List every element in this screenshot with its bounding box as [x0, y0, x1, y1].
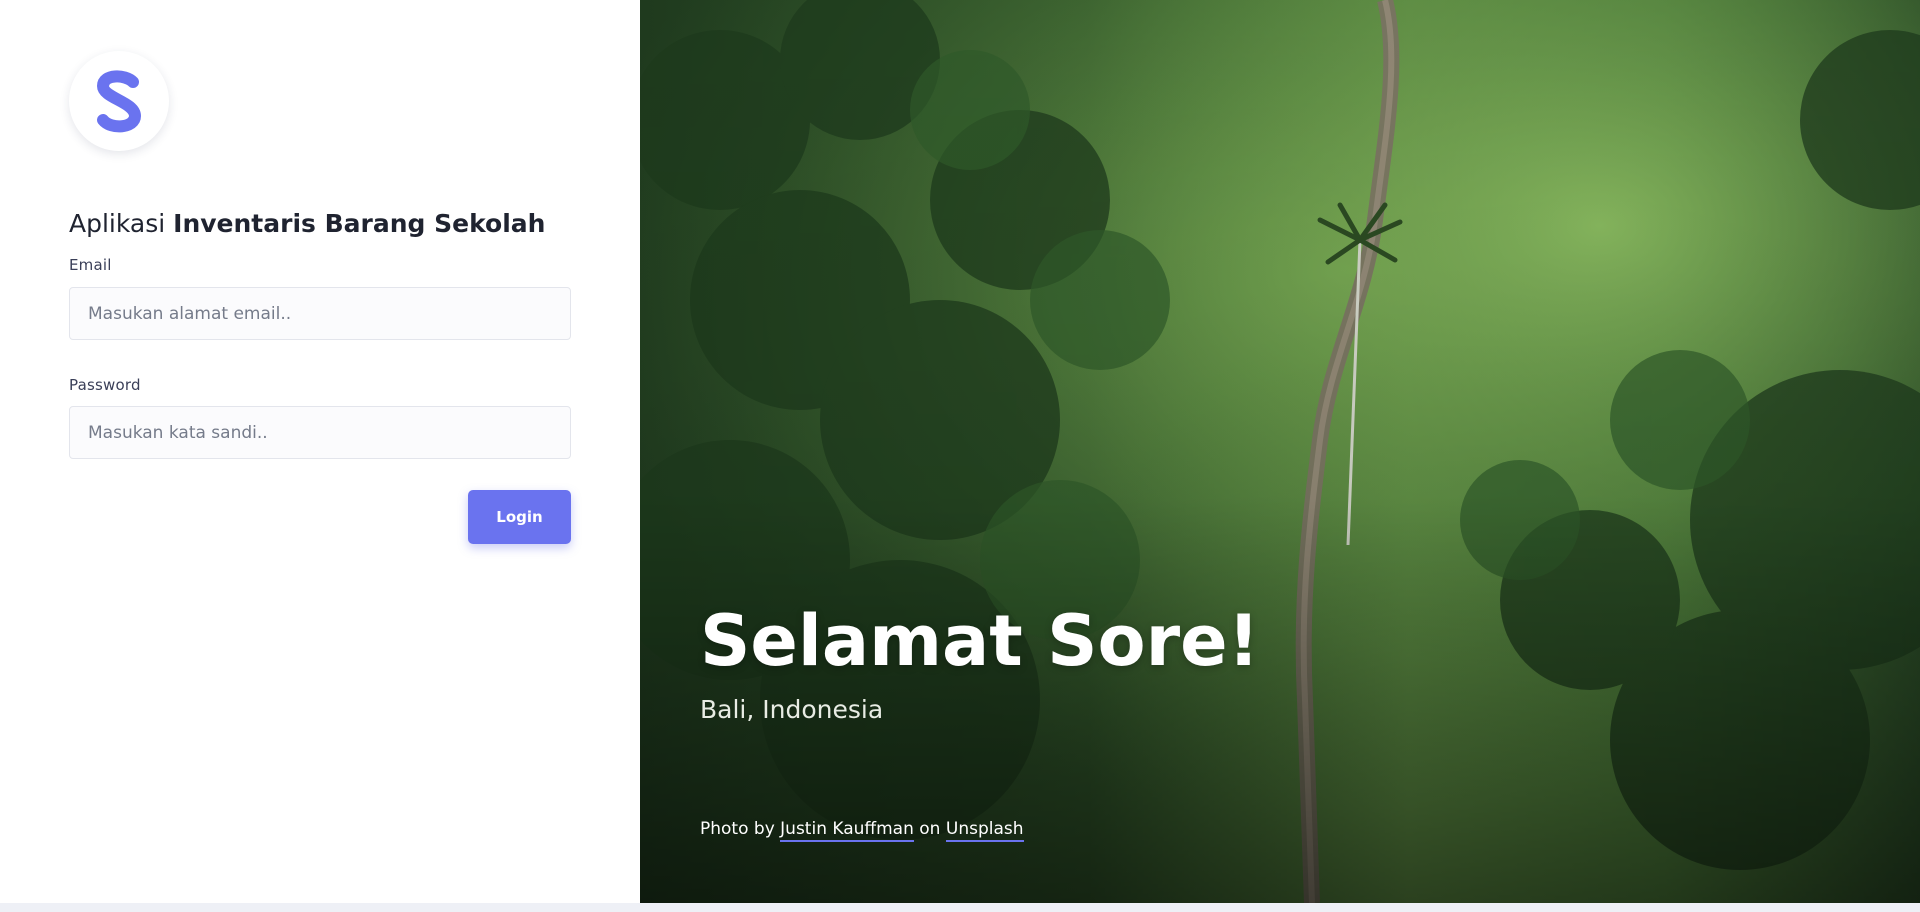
landscape-photo — [640, 0, 1920, 903]
login-panel: Aplikasi Inventaris Barang Sekolah Email… — [0, 0, 640, 903]
login-button[interactable]: Login — [468, 490, 571, 544]
email-field[interactable] — [69, 287, 571, 340]
unsplash-link[interactable]: Unsplash — [945, 819, 1024, 842]
password-field[interactable] — [69, 406, 571, 459]
hero-panel: Selamat Sore! Bali, Indonesia Photo by J… — [640, 0, 1920, 903]
s-logo-icon — [96, 70, 142, 133]
app-title-name: Inventaris Barang Sekolah — [173, 209, 546, 238]
login-page: Aplikasi Inventaris Barang Sekolah Email… — [0, 0, 1920, 903]
app-title-prefix: Aplikasi — [69, 209, 166, 238]
greeting-title: Selamat Sore! — [700, 600, 1260, 682]
logo — [69, 51, 169, 151]
photographer-link[interactable]: Justin Kauffman — [780, 819, 914, 842]
credit-prefix: Photo by — [700, 819, 775, 839]
photo-location: Bali, Indonesia — [700, 695, 884, 724]
app-title: Aplikasi Inventaris Barang Sekolah — [69, 209, 545, 238]
photo-credit: Photo by Justin Kauffman on Unsplash — [700, 819, 1024, 842]
email-label: Email — [69, 256, 112, 274]
credit-middle: on — [919, 819, 941, 839]
password-label: Password — [69, 376, 141, 394]
